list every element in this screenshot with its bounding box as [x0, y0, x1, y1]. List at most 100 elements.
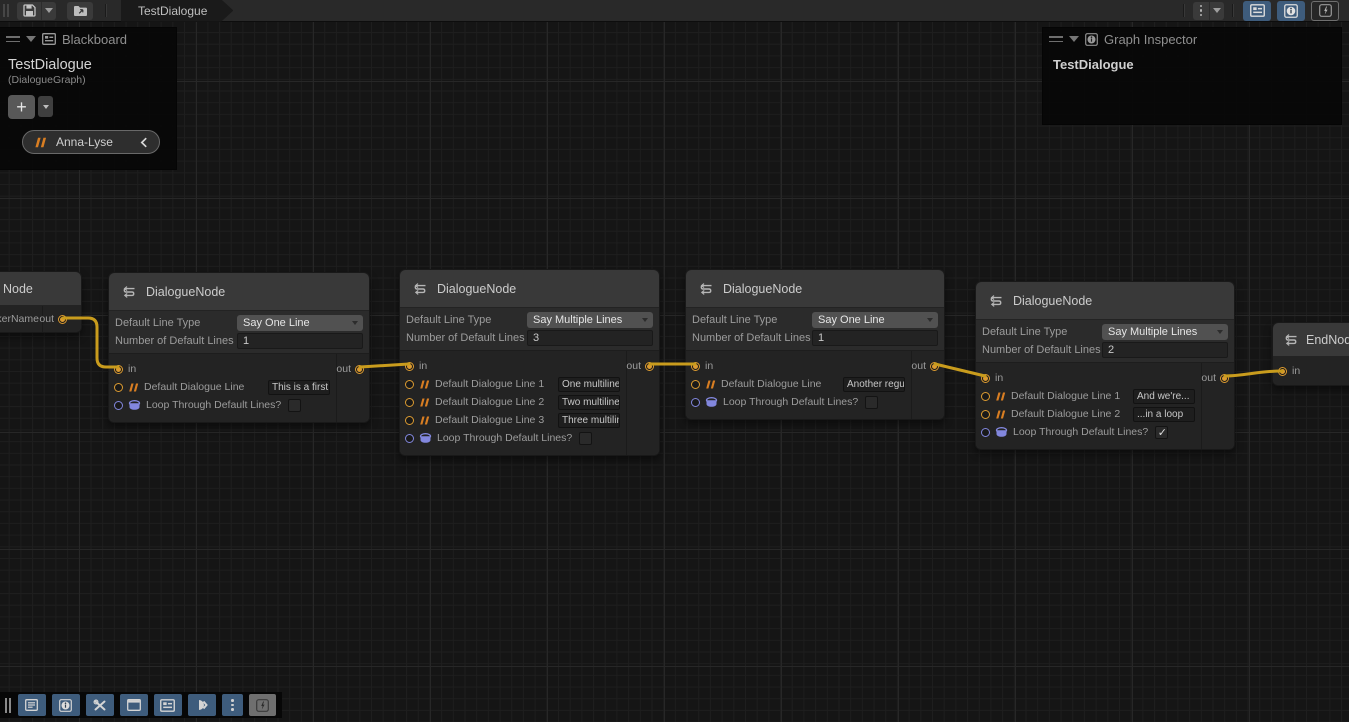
dialogue-line-field[interactable]: This is a first: [268, 380, 330, 395]
dialogue-node-3[interactable]: DialogueNode Default Line Type Say One L…: [685, 269, 945, 420]
overflow-menu-button[interactable]: [222, 694, 243, 716]
flow-node-icon: [988, 294, 1004, 308]
node-title-bar[interactable]: Node: [0, 272, 81, 306]
num-lines-field[interactable]: 3: [527, 330, 653, 346]
tab-testdialogue[interactable]: TestDialogue: [121, 0, 233, 22]
save-options-button[interactable]: [41, 2, 56, 20]
collapse-caret-icon[interactable]: [1069, 36, 1079, 42]
dialogue-line-label: Default Dialogue Line 1: [1011, 390, 1120, 402]
add-field-caret-button[interactable]: [38, 96, 53, 117]
num-lines-field[interactable]: 1: [812, 330, 938, 346]
loop-checkbox[interactable]: [288, 399, 301, 412]
collapse-caret-icon[interactable]: [26, 36, 36, 42]
dialogue-line-field[interactable]: ...in a loop: [1133, 407, 1195, 422]
flow-node-icon: [1283, 333, 1299, 347]
in-port[interactable]: [981, 374, 990, 383]
console-toggle-button[interactable]: [18, 694, 46, 716]
dialogue-node-4[interactable]: DialogueNode Default Line Type Say Multi…: [975, 281, 1235, 450]
add-field-button[interactable]: +: [8, 95, 35, 119]
node-title-bar[interactable]: DialogueNode: [109, 273, 369, 311]
overflow-menu-button[interactable]: [1193, 2, 1209, 20]
loop-port[interactable]: [114, 401, 123, 410]
dialogue-line-port[interactable]: [114, 383, 123, 392]
graph-inspector-panel[interactable]: Graph Inspector TestDialogue: [1042, 27, 1342, 125]
out-port-label: out: [911, 360, 926, 372]
info-icon: [1284, 4, 1298, 18]
out-port[interactable]: [930, 362, 939, 371]
tools-toggle-button[interactable]: [86, 694, 114, 716]
line-type-label: Default Line Type: [982, 326, 1102, 338]
loop-checkbox[interactable]: [1155, 426, 1168, 439]
graph-inspector-toggle-button[interactable]: [52, 694, 80, 716]
dialogue-line-port[interactable]: [981, 392, 990, 401]
loop-port[interactable]: [691, 398, 700, 407]
num-lines-field[interactable]: 2: [1102, 342, 1228, 358]
dialogue-line-field[interactable]: One multiline: [558, 377, 620, 392]
speaker-node[interactable]: Node kerName out: [0, 271, 82, 333]
dialogue-line-field[interactable]: Two multiline: [558, 395, 620, 410]
blackboard-field[interactable]: Anna-Lyse: [22, 130, 160, 154]
dialogue-node-2[interactable]: DialogueNode Default Line Type Say Multi…: [399, 269, 660, 456]
dialogue-line-label: Default Dialogue Line 2: [1011, 408, 1120, 420]
blackboard-toggle-button[interactable]: [154, 694, 182, 716]
loop-port[interactable]: [405, 434, 414, 443]
out-port-label: out: [336, 363, 351, 375]
out-port[interactable]: [1220, 374, 1229, 383]
dialogue-line-port[interactable]: [405, 416, 414, 425]
dialogue-line-field[interactable]: Three multilin: [558, 413, 620, 428]
line-type-dropdown[interactable]: Say One Line: [237, 315, 363, 331]
line-type-dropdown[interactable]: Say One Line: [812, 312, 938, 328]
quote-icon: [995, 392, 1006, 401]
graph-canvas[interactable]: Node kerName out DialogueNode Default Li…: [0, 0, 1349, 722]
save-button[interactable]: [17, 2, 41, 20]
caret-down-icon: [1217, 330, 1223, 334]
node-title-bar[interactable]: DialogueNode: [686, 270, 944, 308]
drag-handle-icon[interactable]: [6, 36, 20, 42]
line-type-dropdown[interactable]: Say Multiple Lines: [527, 312, 653, 328]
loop-icon: [128, 400, 141, 411]
node-title-bar[interactable]: EndNode: [1273, 323, 1349, 357]
node-properties: Default Line Type Say One Line Number of…: [686, 308, 944, 351]
node-title-bar[interactable]: DialogueNode: [976, 282, 1234, 320]
dialogue-line-port[interactable]: [405, 398, 414, 407]
num-lines-field[interactable]: 1: [237, 333, 363, 349]
line-type-dropdown[interactable]: Say Multiple Lines: [1102, 324, 1228, 340]
dialogue-line-field[interactable]: And we're...: [1133, 389, 1195, 404]
loop-checkbox[interactable]: [579, 432, 592, 445]
chevron-left-icon[interactable]: [140, 137, 148, 148]
node-title-bar[interactable]: DialogueNode: [400, 270, 659, 308]
shortcuts-toggle-button[interactable]: [249, 694, 276, 716]
dialogue-line-port[interactable]: [405, 380, 414, 389]
toolbar-drag-handle[interactable]: [3, 4, 9, 17]
toolbar-drag-handle[interactable]: [5, 698, 11, 713]
dialogue-line-port[interactable]: [691, 380, 700, 389]
quote-icon: [995, 410, 1006, 419]
dialogue-line-port[interactable]: [981, 410, 990, 419]
out-port[interactable]: [645, 362, 654, 371]
overflow-menu-group[interactable]: [1193, 2, 1224, 20]
blackboard-panel[interactable]: Blackboard TestDialogue (DialogueGraph) …: [0, 27, 177, 170]
open-asset-button[interactable]: [67, 2, 93, 20]
kebab-menu-icon: [1200, 5, 1203, 17]
window-toggle-button[interactable]: [120, 694, 148, 716]
in-port[interactable]: [1278, 367, 1287, 376]
shortcuts-toggle-button[interactable]: [1311, 1, 1339, 21]
end-node[interactable]: EndNode in: [1272, 322, 1349, 386]
loop-checkbox[interactable]: [865, 396, 878, 409]
dialogue-node-1[interactable]: DialogueNode Default Line Type Say One L…: [108, 272, 370, 423]
in-port[interactable]: [691, 362, 700, 371]
out-port[interactable]: [355, 365, 364, 374]
in-port[interactable]: [114, 365, 123, 374]
minimap-toggle-button[interactable]: [188, 694, 216, 716]
graph-name: TestDialogue: [8, 57, 168, 73]
blackboard-toggle-button[interactable]: [1243, 1, 1271, 21]
out-port[interactable]: [58, 315, 67, 324]
graph-inspector-toggle-button[interactable]: [1277, 1, 1305, 21]
overflow-caret-button[interactable]: [1209, 2, 1224, 20]
loop-port[interactable]: [981, 428, 990, 437]
graph-name: TestDialogue: [1053, 57, 1331, 72]
save-button-group[interactable]: [17, 2, 56, 20]
dialogue-line-field[interactable]: Another regu: [843, 377, 905, 392]
in-port[interactable]: [405, 362, 414, 371]
drag-handle-icon[interactable]: [1049, 36, 1063, 42]
